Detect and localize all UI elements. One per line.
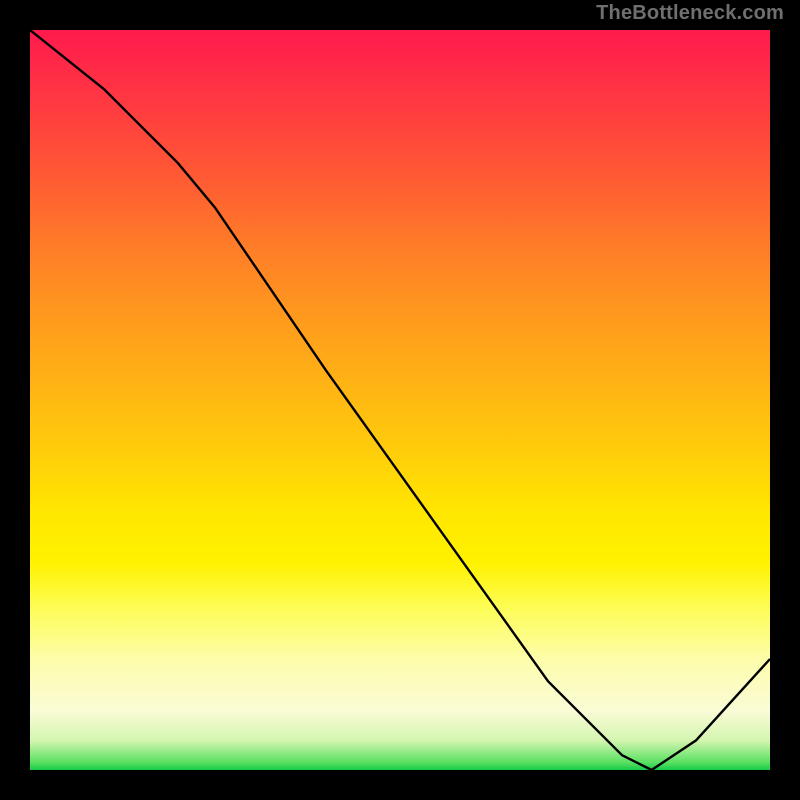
curve-layer (30, 30, 770, 770)
curve-line (30, 30, 770, 770)
chart-root: TheBottleneck.com (0, 0, 800, 800)
attribution-label: TheBottleneck.com (596, 2, 784, 25)
plot-area (30, 30, 770, 770)
